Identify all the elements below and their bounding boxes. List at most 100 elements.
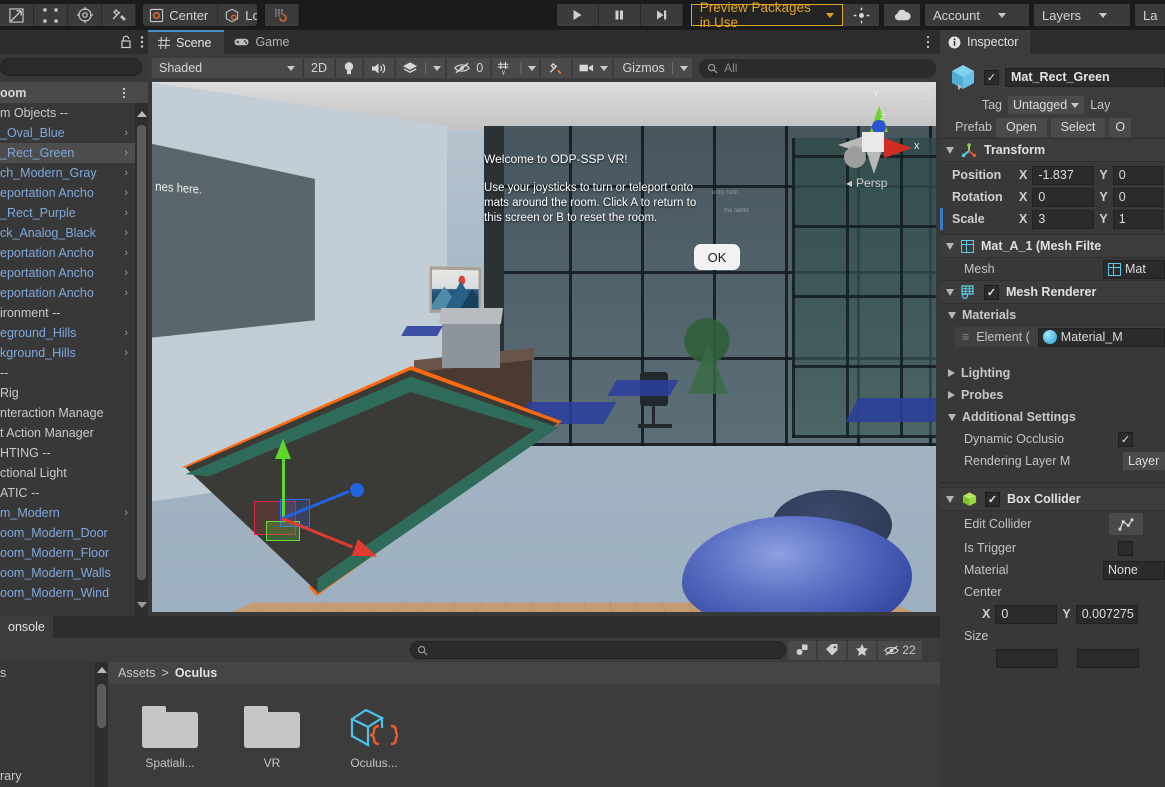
hierarchy-item[interactable]: oom_Modern_Wind xyxy=(0,583,148,603)
material-object-field[interactable]: Material_M xyxy=(1037,327,1165,347)
asset-filter-icon[interactable] xyxy=(788,640,816,660)
gizmo-axis-y[interactable] xyxy=(282,455,285,519)
edit-collider-button[interactable] xyxy=(1109,513,1143,535)
drag-handle-icon[interactable]: ≡ xyxy=(962,330,969,344)
breadcrumb-assets[interactable]: Assets xyxy=(118,666,156,680)
object-name-field[interactable]: Mat_Rect_Green xyxy=(1005,67,1165,87)
hierarchy-item[interactable]: ironment -- xyxy=(0,303,148,323)
hierarchy-search-input[interactable] xyxy=(0,58,142,76)
dynamic-occlusion-checkbox[interactable]: ✓ xyxy=(1118,431,1133,447)
hierarchy-item[interactable]: _Rect_Green › xyxy=(0,143,148,163)
asset-item-vr[interactable]: VR xyxy=(234,706,310,770)
chevron-down-icon[interactable] xyxy=(946,288,954,296)
component-header-transform[interactable]: Transform xyxy=(940,138,1165,162)
chevron-right-icon[interactable]: › xyxy=(124,227,128,239)
hierarchy-list[interactable]: m Objects -- _Oval_Blue › _Rect_Green › ch_Mo… xyxy=(0,103,148,616)
component-header-mesh-filter[interactable]: Mat_A_1 (Mesh Filte xyxy=(940,234,1165,258)
position-y-input[interactable]: 0 xyxy=(1112,165,1163,185)
project-asset-grid[interactable]: Assets > Oculus Spatiali... VR Oculus... xyxy=(108,662,940,787)
scene-grid-dropdown[interactable]: y | xyxy=(492,58,540,78)
breadcrumb-oculus[interactable]: Oculus xyxy=(175,666,217,680)
hierarchy-item[interactable]: t Action Manager xyxy=(0,423,148,443)
scroll-up-icon[interactable] xyxy=(135,107,148,121)
chevron-down-icon[interactable] xyxy=(946,146,954,154)
hierarchy-scrollbar[interactable] xyxy=(135,103,148,616)
project-tree-scrollbar[interactable] xyxy=(95,662,108,787)
chevron-right-icon[interactable]: › xyxy=(124,187,128,199)
hierarchy-item[interactable]: ctional Light xyxy=(0,463,148,483)
space-mode-button[interactable]: Local xyxy=(218,4,258,26)
hierarchy-item[interactable]: Rig xyxy=(0,383,148,403)
toggle-2d-button[interactable]: 2D xyxy=(304,58,334,78)
scene-hidden-objects-toggle[interactable]: 0 xyxy=(447,58,491,78)
label-filter-icon[interactable] xyxy=(818,640,846,660)
pivot-mode-button[interactable]: Center xyxy=(143,4,219,26)
scroll-down-icon[interactable] xyxy=(135,598,148,612)
box-collider-enabled-checkbox[interactable]: ✓ xyxy=(985,491,1000,507)
collider-size-x-input[interactable] xyxy=(996,648,1058,668)
hierarchy-item[interactable]: -- xyxy=(0,363,148,383)
asset-item-spatializer[interactable]: Spatiali... xyxy=(132,706,208,770)
chevron-right-icon[interactable]: › xyxy=(124,267,128,279)
scene-gizmos-dropdown[interactable]: Gizmos | xyxy=(614,58,693,78)
hierarchy-item[interactable]: eportation Ancho › xyxy=(0,183,148,203)
project-tree-item-1[interactable]: rary xyxy=(0,765,22,783)
tab-game[interactable]: Game xyxy=(224,30,302,54)
project-hidden-toggle[interactable]: 22 xyxy=(878,640,922,660)
rect-tool-icon[interactable] xyxy=(34,4,68,26)
chevron-right-icon[interactable]: › xyxy=(124,327,128,339)
scene-audio-icon[interactable] xyxy=(363,58,394,78)
object-active-checkbox[interactable]: ✓ xyxy=(984,69,999,85)
scene-search-input[interactable]: All xyxy=(699,58,936,78)
scene-camera-dropdown[interactable] xyxy=(573,58,613,78)
hierarchy-item[interactable]: ch_Modern_Gray › xyxy=(0,163,148,183)
hierarchy-item[interactable]: ck_Analog_Black › xyxy=(0,223,148,243)
chevron-right-icon[interactable]: › xyxy=(124,147,128,159)
preview-packages-button[interactable]: Preview Packages in Use xyxy=(690,0,843,30)
chevron-right-icon[interactable] xyxy=(948,369,955,377)
move-tool-icon[interactable] xyxy=(0,4,34,26)
chevron-right-icon[interactable]: › xyxy=(124,167,128,179)
collider-material-field[interactable]: None xyxy=(1103,560,1165,580)
hierarchy-item[interactable]: eground_Hills › xyxy=(0,323,148,343)
scroll-up-icon[interactable] xyxy=(95,664,108,676)
chevron-right-icon[interactable]: › xyxy=(124,287,128,299)
chevron-down-icon[interactable] xyxy=(948,413,956,421)
component-header-mesh-renderer[interactable]: ✓ Mesh Renderer xyxy=(940,280,1165,304)
component-header-box-collider[interactable]: ✓ Box Collider xyxy=(940,487,1165,511)
scene-axis-gizmo[interactable]: y z x ◂ Persp xyxy=(832,84,920,190)
tab-console[interactable]: onsole xyxy=(0,616,53,638)
hierarchy-item[interactable]: oom_Modern_Floor xyxy=(0,543,148,563)
hierarchy-item[interactable]: eportation Ancho › xyxy=(0,263,148,283)
additional-settings-foldout[interactable]: Additional Settings xyxy=(940,406,1165,428)
scene-fx-dropdown[interactable]: | xyxy=(395,58,446,78)
is-trigger-checkbox[interactable] xyxy=(1118,540,1133,556)
collab-icon[interactable] xyxy=(843,4,879,26)
mesh-renderer-enabled-checkbox[interactable]: ✓ xyxy=(984,284,999,300)
prefab-select-button[interactable]: Select xyxy=(1050,117,1106,137)
hierarchy-item[interactable]: eportation Ancho › xyxy=(0,243,148,263)
chevron-down-icon[interactable] xyxy=(948,311,956,319)
chevron-down-icon[interactable] xyxy=(946,495,954,503)
cloud-icon[interactable] xyxy=(884,4,920,26)
scrollbar-thumb[interactable] xyxy=(97,684,106,728)
collider-center-y-input[interactable]: 0.007275 xyxy=(1075,604,1138,624)
play-button[interactable] xyxy=(556,4,599,26)
position-x-input[interactable]: -1.837 xyxy=(1032,165,1095,185)
rotation-x-input[interactable]: 0 xyxy=(1032,187,1095,207)
hierarchy-item[interactable]: oom_Modern_Door xyxy=(0,523,148,543)
custom-tool-icon[interactable] xyxy=(102,4,136,26)
axis-center-cube[interactable] xyxy=(862,132,884,152)
favorite-icon[interactable] xyxy=(848,640,876,660)
rotation-y-input[interactable]: 0 xyxy=(1112,187,1163,207)
scene-projection-toggle[interactable]: ◂ Persp xyxy=(846,176,887,190)
project-tree[interactable]: s rary xyxy=(0,662,108,787)
kebab-menu-icon[interactable] xyxy=(140,35,144,49)
hierarchy-item[interactable]: ATIC -- xyxy=(0,483,148,503)
hierarchy-item[interactable]: kground_Hills › xyxy=(0,343,148,363)
gizmo-handle-z[interactable] xyxy=(350,483,364,497)
chevron-right-icon[interactable] xyxy=(948,391,955,399)
collider-size-y-input[interactable] xyxy=(1077,648,1139,668)
scale-x-input[interactable]: 3 xyxy=(1032,209,1095,229)
tab-scene[interactable]: Scene xyxy=(148,30,225,54)
